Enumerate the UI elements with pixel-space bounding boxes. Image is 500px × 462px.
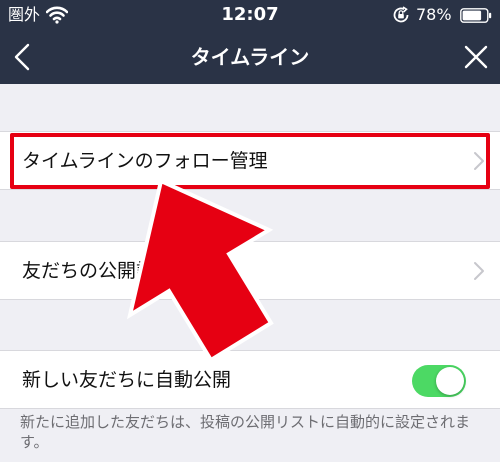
pointer-arrow-icon bbox=[126, 178, 274, 363]
